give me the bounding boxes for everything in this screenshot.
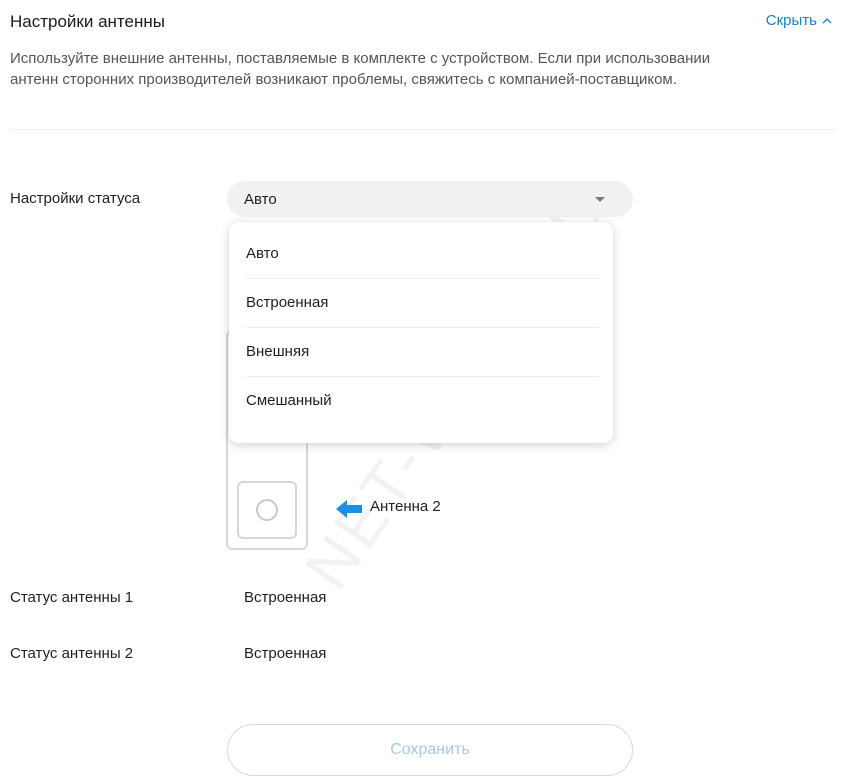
dropdown-option-mixed[interactable]: Смешанный — [246, 377, 599, 425]
antenna-port — [237, 481, 297, 539]
port-circle-icon — [256, 499, 278, 521]
section-description: Используйте внешние антенны, поставляемы… — [10, 50, 711, 88]
divider — [10, 129, 835, 130]
dropdown-option-external[interactable]: Внешняя — [246, 328, 599, 377]
antenna1-status-value: Встроенная — [244, 589, 327, 606]
save-button[interactable]: Сохранить — [227, 724, 633, 776]
status-select-value: Авто — [244, 190, 277, 208]
antenna1-status-label: Статус антенны 1 — [10, 589, 134, 606]
dropdown-option-internal[interactable]: Встроенная — [246, 279, 599, 328]
caret-down-icon — [595, 197, 605, 202]
antenna2-status-value: Встроенная — [244, 645, 327, 662]
status-select[interactable]: Авто — [227, 181, 633, 217]
hide-link-label: Скрыть — [765, 12, 817, 29]
arrow-left-icon — [336, 500, 362, 518]
hide-link[interactable]: Скрыть — [766, 12, 833, 29]
chevron-up-icon — [822, 17, 832, 23]
antenna2-diagram-label: Антенна 2 — [370, 498, 441, 515]
antenna2-status-label: Статус антенны 2 — [10, 645, 134, 662]
status-dropdown-menu: Авто Встроенная Внешняя Смешанный — [229, 222, 613, 443]
status-settings-label: Настройки статуса — [10, 190, 141, 207]
dropdown-option-auto[interactable]: Авто — [246, 230, 599, 279]
section-title: Настройки антенны — [10, 12, 165, 31]
